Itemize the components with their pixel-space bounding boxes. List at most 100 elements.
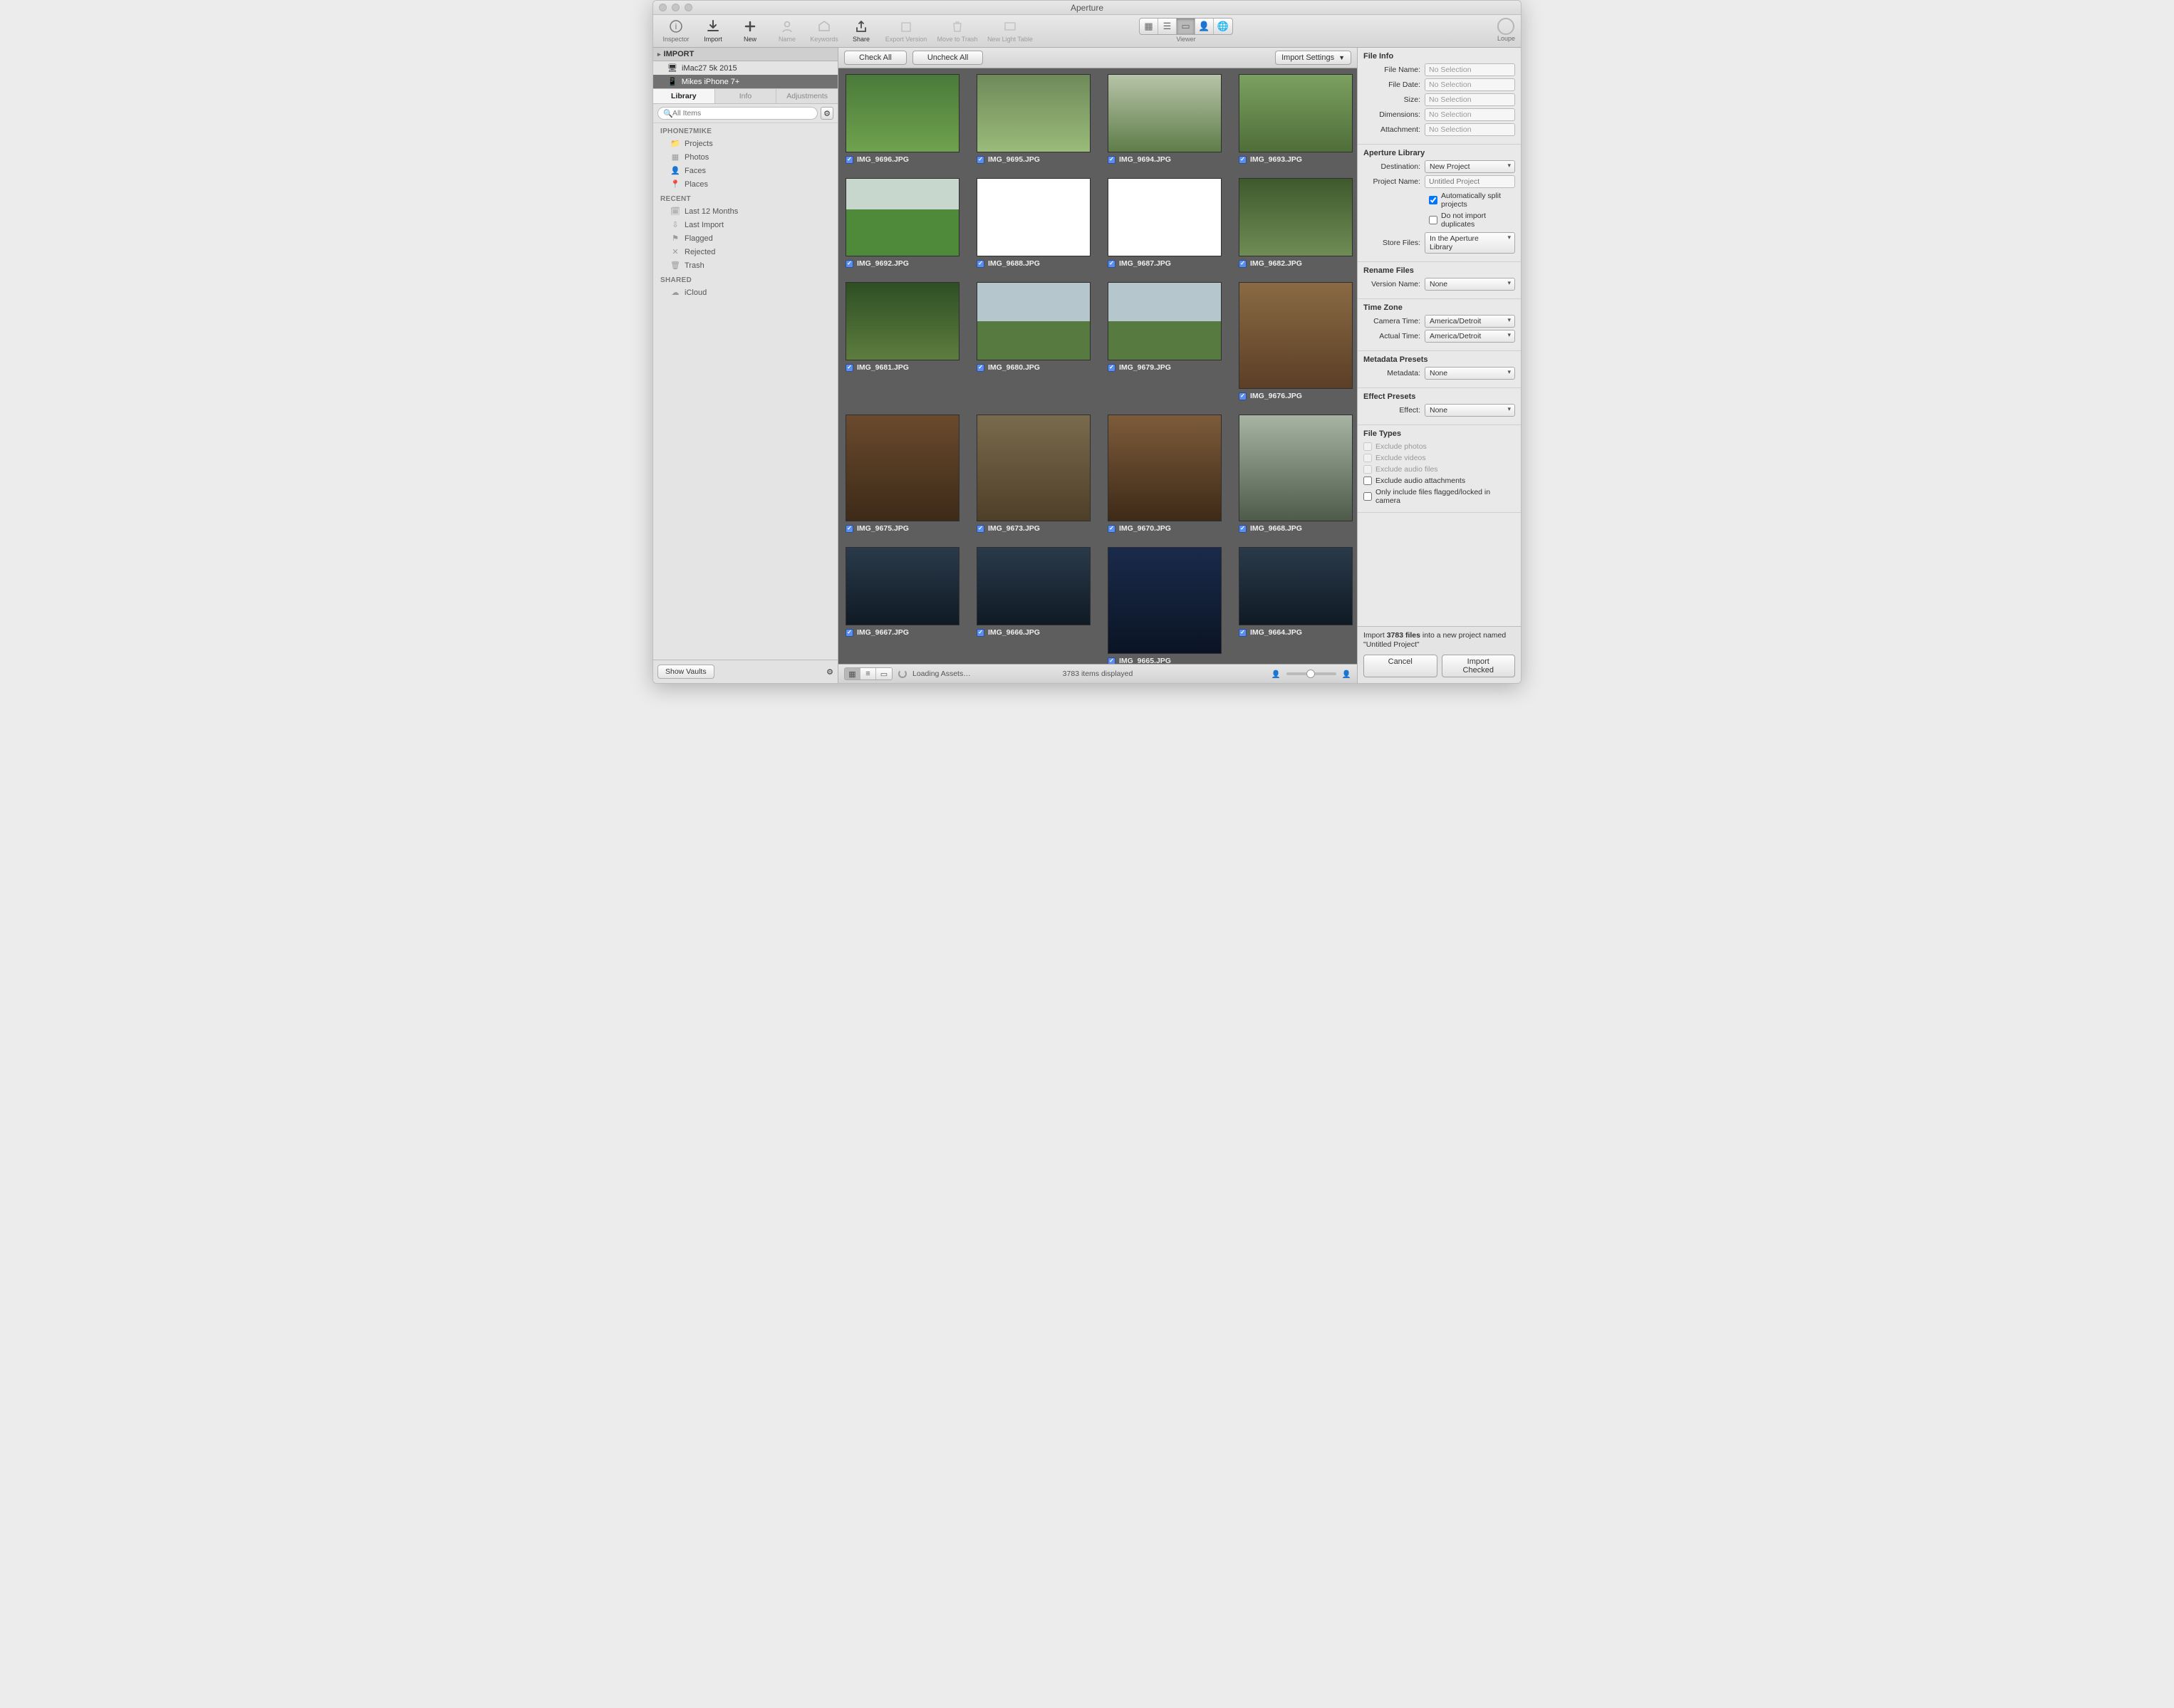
import-checked-button[interactable]: Import Checked	[1442, 655, 1516, 677]
thumbnail-image[interactable]	[1239, 178, 1353, 256]
check-all-button[interactable]: Check All	[844, 51, 907, 65]
thumbnail-image[interactable]	[1239, 547, 1353, 625]
thumbnail-checkbox[interactable]: ✓	[1108, 260, 1115, 268]
tab-library[interactable]: Library	[653, 89, 715, 103]
sidebar-item[interactable]: ▦Photos	[653, 150, 838, 164]
thumbnail-image[interactable]	[1239, 415, 1353, 521]
thumbnail-checkbox[interactable]: ✓	[977, 364, 984, 372]
thumbnail-checkbox[interactable]: ✓	[846, 629, 853, 637]
tab-info[interactable]: Info	[715, 89, 777, 103]
thumbnail-image[interactable]	[1239, 282, 1353, 389]
sidebar-item[interactable]: 🗓Last 12 Months	[653, 204, 838, 218]
grid-view-icon[interactable]: ▦	[845, 668, 860, 679]
thumbnail-cell[interactable]: ✓IMG_9664.JPG	[1239, 547, 1353, 664]
thumbnail-image[interactable]	[1108, 415, 1222, 521]
thumbnail-grid-scroll[interactable]: ✓IMG_9696.JPG✓IMG_9695.JPG✓IMG_9694.JPG✓…	[838, 68, 1357, 664]
thumbnail-cell[interactable]: ✓IMG_9694.JPG	[1108, 74, 1222, 164]
thumbnail-checkbox[interactable]: ✓	[1239, 629, 1247, 637]
exclude-videos-checkbox[interactable]	[1363, 454, 1372, 462]
uncheck-all-button[interactable]: Uncheck All	[912, 51, 983, 65]
thumbnail-checkbox[interactable]: ✓	[846, 364, 853, 372]
metadata-select[interactable]: None	[1425, 367, 1515, 380]
share-button[interactable]: Share	[844, 18, 878, 43]
viewer-single-button[interactable]: ▭	[1177, 19, 1195, 34]
thumbnail-cell[interactable]: ✓IMG_9693.JPG	[1239, 74, 1353, 164]
thumbnail-cell[interactable]: ✓IMG_9665.JPG	[1108, 547, 1222, 664]
thumbnail-checkbox[interactable]: ✓	[846, 156, 853, 164]
thumbnail-checkbox[interactable]: ✓	[1239, 260, 1247, 268]
thumbnail-checkbox[interactable]: ✓	[1108, 156, 1115, 164]
exclude-audio-checkbox[interactable]	[1363, 465, 1372, 474]
thumbnail-checkbox[interactable]: ✓	[1239, 156, 1247, 164]
new-button[interactable]: New	[733, 18, 767, 43]
thumbnail-cell[interactable]: ✓IMG_9676.JPG	[1239, 282, 1353, 400]
thumbnail-image[interactable]	[1108, 547, 1222, 654]
thumbnail-checkbox[interactable]: ✓	[977, 629, 984, 637]
tab-adjustments[interactable]: Adjustments	[776, 89, 838, 103]
thumbnail-image[interactable]	[1108, 282, 1222, 360]
thumbnail-image[interactable]	[1108, 74, 1222, 152]
viewer-list-button[interactable]: ☰	[1158, 19, 1177, 34]
thumbnail-cell[interactable]: ✓IMG_9673.JPG	[977, 415, 1091, 533]
thumbnail-image[interactable]	[846, 282, 959, 360]
sidebar-item[interactable]: 📍Places	[653, 177, 838, 191]
new-light-table-button[interactable]: New Light Table	[984, 18, 1036, 43]
thumbnail-cell[interactable]: ✓IMG_9688.JPG	[977, 178, 1091, 268]
thumbnail-checkbox[interactable]: ✓	[1108, 525, 1115, 533]
thumbnail-checkbox[interactable]: ✓	[977, 260, 984, 268]
list-view-icon[interactable]: ≡	[860, 668, 876, 679]
version-name-select[interactable]: None	[1425, 278, 1515, 291]
show-vaults-button[interactable]: Show Vaults	[657, 665, 714, 679]
thumbnail-image[interactable]	[846, 178, 959, 256]
sidebar-item[interactable]: ✕Rejected	[653, 245, 838, 259]
auto-split-checkbox[interactable]	[1429, 196, 1437, 204]
thumbnail-cell[interactable]: ✓IMG_9681.JPG	[846, 282, 959, 400]
thumbnail-image[interactable]	[977, 415, 1091, 521]
viewer-faces-button[interactable]: 👤	[1195, 19, 1214, 34]
sidebar-item[interactable]: ⇩Last Import	[653, 218, 838, 231]
thumbnail-cell[interactable]: ✓IMG_9692.JPG	[846, 178, 959, 268]
thumbnail-image[interactable]	[846, 74, 959, 152]
thumbnail-checkbox[interactable]: ✓	[846, 525, 853, 533]
thumbnail-checkbox[interactable]: ✓	[977, 156, 984, 164]
thumbnail-image[interactable]	[977, 547, 1091, 625]
device-iphone[interactable]: 📱Mikes iPhone 7+	[653, 75, 838, 88]
export-version-button[interactable]: Export Version	[881, 18, 931, 43]
thumbnail-checkbox[interactable]: ✓	[1239, 525, 1247, 533]
exclude-audio-attachments-checkbox[interactable]	[1363, 477, 1372, 485]
thumbnail-image[interactable]	[977, 282, 1091, 360]
project-name-input[interactable]	[1425, 175, 1515, 188]
move-to-trash-button[interactable]: Move to Trash	[934, 18, 981, 43]
import-panel-header[interactable]: ▸ IMPORT	[653, 48, 838, 61]
thumbnail-image[interactable]	[977, 178, 1091, 256]
loupe-button[interactable]: Loupe	[1497, 18, 1515, 42]
viewer-web-button[interactable]: 🌐	[1214, 19, 1232, 34]
thumbnail-size-slider[interactable]	[1286, 672, 1336, 675]
thumbnail-cell[interactable]: ✓IMG_9675.JPG	[846, 415, 959, 533]
thumbnail-cell[interactable]: ✓IMG_9696.JPG	[846, 74, 959, 164]
filmstrip-view-icon[interactable]: ▭	[876, 668, 892, 679]
thumbnail-cell[interactable]: ✓IMG_9682.JPG	[1239, 178, 1353, 268]
sidebar-search-input[interactable]	[657, 107, 818, 120]
thumbnail-cell[interactable]: ✓IMG_9695.JPG	[977, 74, 1091, 164]
thumbnail-image[interactable]	[977, 74, 1091, 152]
viewer-grid-button[interactable]: ▦	[1140, 19, 1158, 34]
cancel-button[interactable]: Cancel	[1363, 655, 1437, 677]
thumbnail-image[interactable]	[1239, 74, 1353, 152]
effect-select[interactable]: None	[1425, 404, 1515, 417]
import-settings-button[interactable]: Import Settings ▼	[1275, 51, 1351, 65]
camera-time-select[interactable]: America/Detroit	[1425, 315, 1515, 328]
name-button[interactable]: Name	[770, 18, 804, 43]
sidebar-footer-options-button[interactable]: ⚙	[826, 667, 833, 677]
thumbnail-cell[interactable]: ✓IMG_9667.JPG	[846, 547, 959, 664]
thumbnail-checkbox[interactable]: ✓	[1108, 364, 1115, 372]
only-flagged-checkbox[interactable]	[1363, 492, 1372, 501]
thumbnail-image[interactable]	[1108, 178, 1222, 256]
thumbnail-checkbox[interactable]: ✓	[1239, 392, 1247, 400]
thumbnail-cell[interactable]: ✓IMG_9670.JPG	[1108, 415, 1222, 533]
sidebar-item[interactable]: 👤Faces	[653, 164, 838, 177]
sidebar-item[interactable]: 🗑Trash	[653, 259, 838, 272]
destination-select[interactable]: New Project	[1425, 160, 1515, 173]
keywords-button[interactable]: Keywords	[807, 18, 841, 43]
sidebar-search-options-button[interactable]: ⚙	[821, 107, 833, 120]
